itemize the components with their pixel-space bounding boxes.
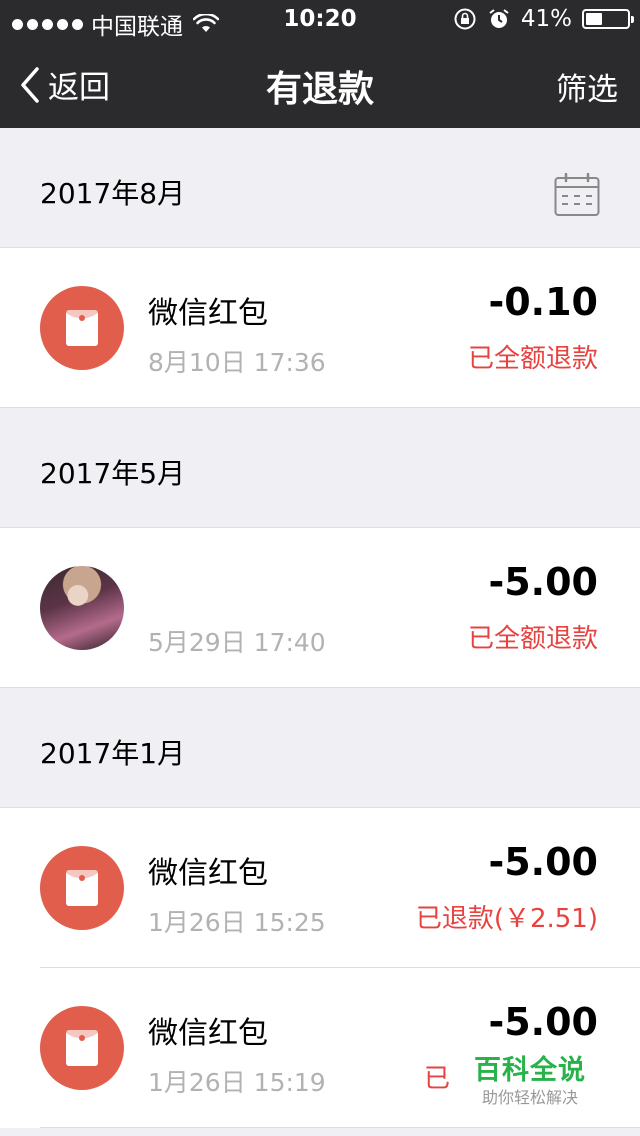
red-envelope-icon — [40, 846, 124, 930]
item-amount: -5.00 — [488, 840, 598, 884]
red-envelope-icon — [40, 1006, 124, 1090]
battery-nub — [631, 16, 634, 23]
watermark: 百科全说 助你轻松解决 — [462, 1044, 606, 1110]
red-envelope-icon — [40, 286, 124, 370]
calendar-icon[interactable] — [554, 173, 600, 217]
item-date: 5月29日 17:40 — [148, 628, 326, 657]
battery-fill — [586, 13, 603, 25]
item-date: 1月26日 15:19 — [148, 1068, 326, 1097]
item-title: 微信红包 — [148, 1016, 268, 1051]
status-right: 41% — [453, 6, 634, 32]
watermark-title: 百科全说 — [474, 1055, 586, 1086]
month-header: 2017年1月 — [0, 688, 640, 808]
divider — [40, 1127, 640, 1128]
battery-percent: 41% — [520, 6, 572, 32]
refund-status: 已 — [423, 1064, 450, 1094]
month-label: 2017年8月 — [40, 177, 186, 210]
refund-status: 已全额退款 — [467, 624, 598, 654]
battery-icon — [582, 9, 634, 29]
item-title: 微信红包 — [148, 856, 268, 891]
status-bar: 中国联通 10:20 41% — [0, 0, 640, 40]
rotation-lock-icon — [454, 8, 476, 30]
month-label: 2017年1月 — [40, 737, 186, 770]
alarm-icon — [489, 9, 509, 28]
refund-status: 已退款(￥2.51) — [415, 904, 598, 934]
item-amount: -5.00 — [488, 1000, 598, 1044]
refund-status: 已全额退款 — [467, 344, 598, 374]
item-title: 微信红包 — [148, 296, 268, 331]
navigation-bar: 返回 有退款 筛选 — [0, 40, 640, 128]
user-avatar — [40, 566, 124, 650]
month-label: 2017年5月 — [40, 457, 186, 490]
filter-button[interactable]: 筛选 — [556, 64, 618, 109]
watermark-subtitle: 助你轻松解决 — [482, 1088, 579, 1107]
month-header: 2017年5月 — [0, 408, 640, 528]
page-title: 有退款 — [265, 69, 374, 110]
item-amount: -5.00 — [488, 560, 598, 604]
month-header: 2017年8月 — [0, 128, 640, 248]
item-amount: -0.10 — [488, 280, 598, 324]
list-item[interactable]: 微信红包 1月26日 15:25 -5.00 已退款(￥2.51) — [0, 808, 640, 968]
item-date: 8月10日 17:36 — [148, 348, 326, 377]
top-bar: 中国联通 10:20 41% 返回 有退款 筛选 — [0, 0, 640, 128]
item-date: 1月26日 15:25 — [148, 908, 326, 937]
list-item[interactable]: 5月29日 17:40 -5.00 已全额退款 — [0, 528, 640, 688]
list-item[interactable]: 微信红包 8月10日 17:36 -0.10 已全额退款 — [0, 248, 640, 408]
